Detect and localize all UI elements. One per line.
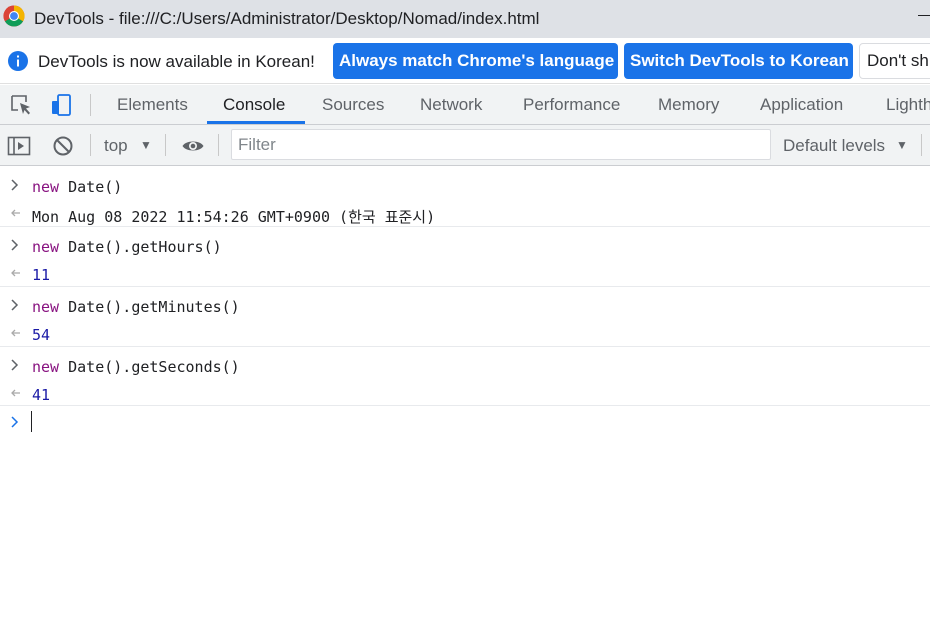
device-toolbar-icon[interactable] bbox=[49, 93, 73, 117]
result-arrow-icon bbox=[11, 329, 20, 337]
tab-lighthouse[interactable]: Lighth bbox=[886, 95, 930, 115]
toolbar-divider bbox=[90, 94, 91, 116]
tab-sources[interactable]: Sources bbox=[322, 95, 384, 115]
info-icon bbox=[8, 51, 28, 71]
result-arrow-icon bbox=[11, 389, 20, 397]
result-value: 41 bbox=[32, 386, 51, 404]
input-chevron-icon bbox=[11, 359, 19, 371]
keyword-new: new bbox=[32, 298, 60, 316]
message-divider bbox=[0, 346, 930, 347]
console-input-row: new Date().getMinutes() bbox=[0, 292, 930, 322]
tab-performance[interactable]: Performance bbox=[523, 95, 620, 115]
toolbar-divider bbox=[218, 134, 219, 156]
text-cursor bbox=[31, 411, 32, 432]
expression-text: Date().getSeconds() bbox=[59, 358, 240, 376]
result-value: 54 bbox=[32, 326, 51, 344]
console-toolbar: top ▼ Default levels ▼ bbox=[0, 125, 930, 166]
message-divider bbox=[0, 405, 930, 406]
expression-text: Date().getMinutes() bbox=[59, 298, 240, 316]
tab-memory[interactable]: Memory bbox=[658, 95, 719, 115]
tab-application[interactable]: Application bbox=[760, 95, 843, 115]
toolbar-divider bbox=[90, 134, 91, 156]
input-chevron-icon bbox=[11, 299, 19, 311]
result-value: 11 bbox=[32, 266, 51, 284]
console-prompt[interactable] bbox=[0, 409, 930, 439]
filter-input[interactable] bbox=[231, 129, 771, 160]
prompt-chevron-icon bbox=[11, 416, 19, 428]
live-expression-eye-icon[interactable] bbox=[181, 134, 205, 158]
log-levels-select[interactable]: Default levels bbox=[783, 136, 885, 156]
chevron-down-icon[interactable]: ▼ bbox=[140, 138, 152, 152]
expression-text: Date() bbox=[59, 178, 123, 196]
tab-console[interactable]: Console bbox=[223, 95, 285, 115]
show-sidebar-icon[interactable] bbox=[7, 134, 31, 158]
inspect-element-icon[interactable] bbox=[9, 93, 33, 117]
result-value: Mon Aug 08 2022 11:54:26 GMT+0900 (한국 표준… bbox=[32, 208, 436, 226]
devtools-tabbar: Elements Console Sources Network Perform… bbox=[0, 85, 930, 125]
message-divider bbox=[0, 286, 930, 287]
console-input-row: new Date().getHours() bbox=[0, 232, 930, 262]
switch-to-korean-button[interactable]: Switch DevTools to Korean bbox=[624, 43, 853, 79]
chevron-down-icon[interactable]: ▼ bbox=[896, 138, 908, 152]
infobar-message: DevTools is now available in Korean! bbox=[38, 52, 315, 71]
result-arrow-icon bbox=[11, 269, 20, 277]
language-infobar: DevTools is now available in Korean! Alw… bbox=[0, 38, 930, 84]
clear-console-icon[interactable] bbox=[51, 134, 75, 158]
console-input-row: new Date() bbox=[0, 172, 930, 202]
input-chevron-icon bbox=[11, 239, 19, 251]
tab-elements[interactable]: Elements bbox=[117, 95, 188, 115]
expression-text: Date().getHours() bbox=[59, 238, 222, 256]
active-tab-indicator bbox=[207, 121, 305, 124]
js-context-select[interactable]: top bbox=[104, 136, 128, 156]
keyword-new: new bbox=[32, 238, 60, 256]
minimize-button[interactable] bbox=[918, 15, 930, 16]
console-output[interactable]: new Date() Mon Aug 08 2022 11:54:26 GMT+… bbox=[0, 166, 930, 630]
toolbar-divider bbox=[165, 134, 166, 156]
always-match-language-button[interactable]: Always match Chrome's language bbox=[333, 43, 618, 79]
message-divider bbox=[0, 226, 930, 227]
toolbar-divider bbox=[921, 134, 922, 156]
window-titlebar: DevTools - file:///C:/Users/Administrato… bbox=[0, 0, 930, 38]
input-chevron-icon bbox=[11, 179, 19, 191]
result-arrow-icon bbox=[11, 209, 20, 217]
keyword-new: new bbox=[32, 178, 60, 196]
chrome-logo-icon bbox=[3, 5, 25, 27]
window-title: DevTools - file:///C:/Users/Administrato… bbox=[34, 9, 540, 28]
dont-show-again-button[interactable]: Don't sh bbox=[859, 43, 930, 79]
console-input-row: new Date().getSeconds() bbox=[0, 352, 930, 382]
tab-network[interactable]: Network bbox=[420, 95, 482, 115]
keyword-new: new bbox=[32, 358, 60, 376]
